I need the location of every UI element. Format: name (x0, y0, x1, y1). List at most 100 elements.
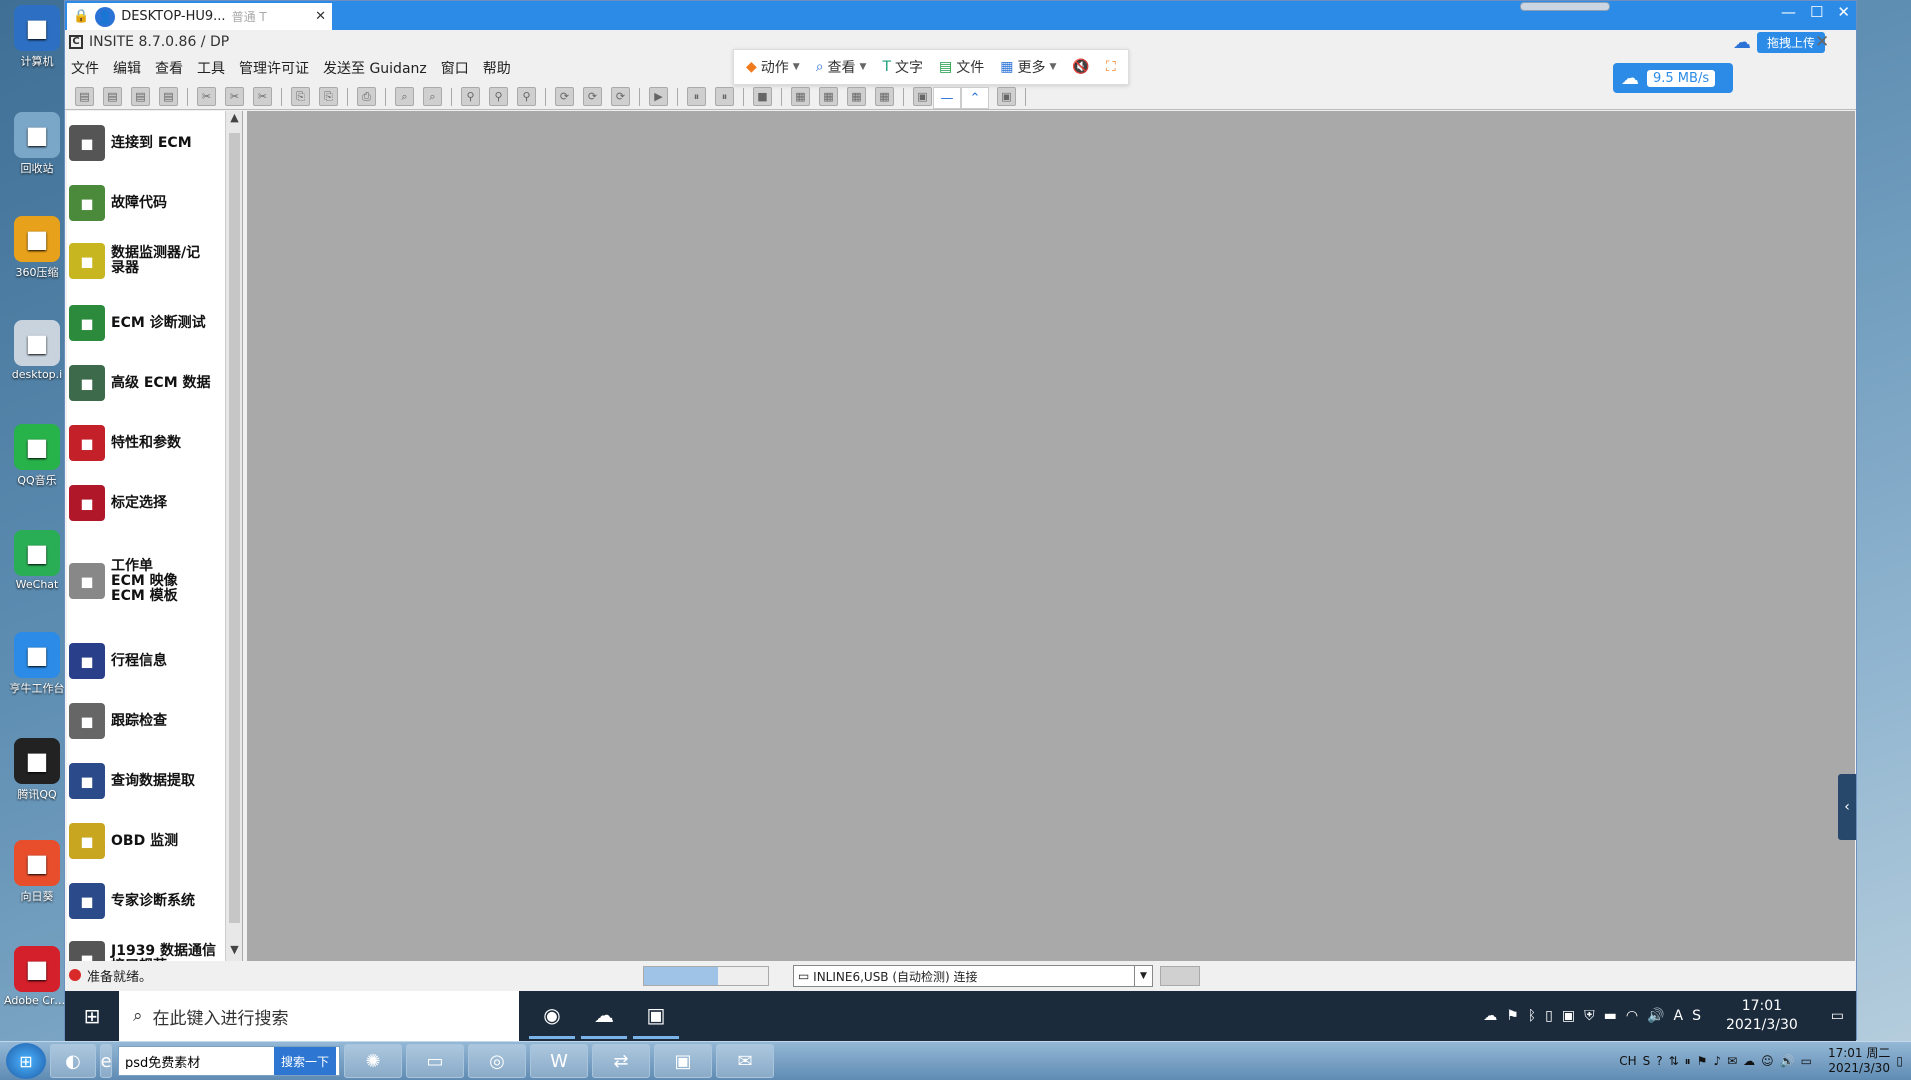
toolbar-icon[interactable]: ✂ (225, 87, 244, 106)
remote-clock[interactable]: 17:01 2021/3/30 (1726, 997, 1798, 1035)
desktop-icon[interactable]: ■ 计算机 (4, 5, 70, 69)
close-tab-icon[interactable]: ✕ (315, 9, 326, 24)
connection-extra-button[interactable] (1160, 966, 1200, 986)
bluetooth-icon[interactable]: ᛒ (1528, 1008, 1536, 1024)
remote-session-tab[interactable]: 🔒 👤 DESKTOP-HU9... 普通 T ✕ (67, 3, 332, 30)
desktop-icon[interactable]: ■ QQ音乐 (4, 424, 70, 488)
nav-item[interactable]: ◼ 高级 ECM 数据 (67, 361, 237, 405)
volume-icon[interactable]: 🔊 (1647, 1008, 1664, 1024)
pause-icon[interactable]: ⏸ (1685, 1054, 1691, 1069)
shield-icon[interactable]: ⛨ (1584, 1008, 1595, 1024)
nav-item[interactable]: ◼ 标定选择 (67, 481, 237, 525)
desktop-icon[interactable]: ■ Adobe Creati... (4, 946, 70, 1007)
nav-item[interactable]: ◼ 行程信息 (67, 639, 237, 683)
toolbar-icon[interactable]: ▣ (913, 87, 932, 106)
toolbar-icon[interactable]: ✂ (253, 87, 272, 106)
toolbar-icon[interactable]: ■ (753, 87, 772, 106)
toolbar-icon[interactable]: ⎙ (357, 87, 376, 106)
edge-icon[interactable]: ◉ (529, 993, 575, 1039)
nav-item[interactable]: ◼ 数据监测器/记 录器 (67, 239, 237, 283)
toolbar-icon[interactable]: ⚲ (489, 87, 508, 106)
scroll-down-icon[interactable]: ▼ (226, 943, 242, 961)
notification-icon[interactable]: ▭ (1831, 1008, 1844, 1024)
start-orb-icon[interactable]: ⊞ (6, 1043, 46, 1079)
pinwheel-app-icon[interactable]: ✺ (344, 1044, 402, 1078)
side-panel-toggle[interactable]: ‹ (1838, 774, 1856, 840)
nav-item[interactable]: ◼ 特性和参数 (67, 421, 237, 465)
nav-item[interactable]: ◼ 连接到 ECM (67, 121, 237, 165)
toolbar-icon[interactable]: ⎘ (319, 87, 338, 106)
host-search-input[interactable] (119, 1053, 274, 1069)
chevron-up-icon[interactable]: ⌃ (961, 87, 989, 109)
monitor-icon[interactable]: ▭ (1801, 1054, 1812, 1068)
cloud-app-icon[interactable]: ☁ (581, 993, 627, 1039)
menu-item[interactable]: 编辑 (113, 58, 141, 78)
menu-item[interactable]: 帮助 (483, 58, 511, 78)
insite-host-icon[interactable]: ▣ (654, 1044, 712, 1078)
nav-item[interactable]: ◼ 故障代码 (67, 181, 237, 225)
menu-item[interactable]: 查看 (155, 58, 183, 78)
help-icon[interactable]: ? (1656, 1054, 1662, 1068)
qq-tray-icon[interactable]: ☺ (1761, 1054, 1774, 1068)
desktop-icon[interactable]: ■ 亨牛工作台 (4, 632, 70, 696)
volume-icon[interactable]: 🔊 (1780, 1054, 1795, 1068)
nav-item[interactable]: ◼ OBD 监测 (67, 819, 237, 863)
mute-button[interactable]: 🔇 (1072, 59, 1089, 75)
sogou-icon[interactable]: S (1692, 1008, 1701, 1024)
bell-icon[interactable]: ♪ (1713, 1054, 1721, 1068)
fullscreen-button[interactable]: ⛶ (1106, 59, 1116, 75)
close-icon[interactable]: ✕ (1815, 32, 1829, 52)
connection-select[interactable]: ▭ INLINE6,USB (自动检测) 连接 ▼ (793, 965, 1153, 987)
desktop-icon[interactable]: ■ WeChat (4, 530, 70, 591)
desktop-icon[interactable]: ■ 回收站 (4, 112, 70, 176)
wifi-icon[interactable]: ◠ (1626, 1008, 1638, 1024)
desktop-icon[interactable]: ■ 360压缩 (4, 216, 70, 280)
flag-icon[interactable]: ⚑ (1697, 1054, 1708, 1068)
flag-icon[interactable]: ⚑ (1506, 1008, 1519, 1024)
chevron-down-icon[interactable]: ▼ (1134, 966, 1152, 986)
toolbar-icon[interactable]: ⌕ (423, 87, 442, 106)
host-search-button[interactable]: 搜索一下 (274, 1047, 336, 1075)
input-method-icon[interactable]: A (1674, 1008, 1684, 1024)
toolbar-icon[interactable]: ⏸ (715, 87, 734, 106)
nav-item[interactable]: ◼ 工作单 ECM 映像 ECM 模板 (67, 541, 237, 621)
wps-icon[interactable]: W (530, 1044, 588, 1078)
nav-item[interactable]: ◼ 专家诊断系统 (67, 879, 237, 923)
toolbar-icon[interactable]: ▦ (875, 87, 894, 106)
menu-item[interactable]: 管理许可证 (239, 58, 309, 78)
network-icon[interactable]: ⇅ (1669, 1054, 1679, 1068)
menu-item[interactable]: 发送至 Guidanz (323, 58, 427, 78)
toolbar-icon[interactable]: ✂ (197, 87, 216, 106)
wechat-icon[interactable]: ✉ (716, 1044, 774, 1078)
menu-item[interactable]: 工具 (197, 58, 225, 78)
toolbar-icon[interactable]: ▤ (131, 87, 150, 106)
menu-item[interactable]: 文件 (71, 58, 99, 78)
toolbar-icon[interactable]: ⎘ (291, 87, 310, 106)
remote-app-icon[interactable]: ⇄ (592, 1044, 650, 1078)
cloud-upload-button[interactable]: ☁ 拖拽上传 (1733, 30, 1826, 54)
insite-app-icon[interactable]: ▣ (633, 993, 679, 1039)
nav-item[interactable]: ◼ 跟踪检查 (67, 699, 237, 743)
show-desktop-icon[interactable]: ▯ (1896, 1054, 1903, 1068)
host-clock[interactable]: 17:01 周二 2021/3/30 (1828, 1046, 1890, 1076)
windows-start-icon[interactable]: ⊞ (65, 991, 119, 1041)
usb-icon[interactable]: ▯ (1545, 1008, 1553, 1024)
sogou-icon[interactable]: S (1643, 1054, 1651, 1068)
toolbar-icon[interactable]: ⚲ (517, 87, 536, 106)
toolbar-icon[interactable]: ▤ (75, 87, 94, 106)
close-icon[interactable]: ✕ (1837, 3, 1850, 21)
text-button[interactable]: T 文字 (882, 57, 923, 77)
action-button[interactable]: ◆ 动作 ▼ (746, 57, 800, 77)
toolbar-icon[interactable]: ⟳ (583, 87, 602, 106)
folder-icon[interactable]: ▭ (406, 1044, 464, 1078)
toolbar-icon[interactable]: ⌕ (395, 87, 414, 106)
scroll-thumb[interactable] (229, 133, 240, 923)
remote-search-box[interactable]: ⌕ 在此键入进行搜索 (119, 991, 519, 1041)
nav-item[interactable]: ◼ ECM 诊断测试 (67, 301, 237, 345)
toolbar-icon[interactable]: ⏸ (687, 87, 706, 106)
language-indicator[interactable]: CH (1619, 1054, 1636, 1068)
toolbar-icon[interactable]: ▦ (791, 87, 810, 106)
battery-icon[interactable]: ▬ (1604, 1008, 1617, 1024)
cloud-icon[interactable]: ☁ (1743, 1054, 1755, 1068)
toolbar-icon[interactable]: ⟳ (611, 87, 630, 106)
